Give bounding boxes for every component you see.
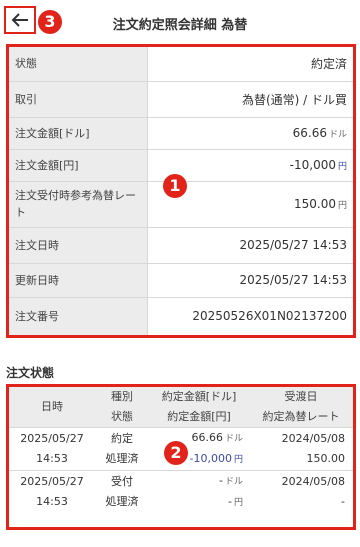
detail-label: 状態 [9, 47, 148, 82]
status-row: 2025/05/27 14:53 受付 処理済 - ドル -円 2024/05/0… [9, 471, 353, 514]
cell-type: 約定 [111, 432, 133, 445]
unit-label: ドル [224, 434, 243, 444]
detail-value: 2025/05/27 14:53 [147, 227, 353, 264]
cell-amount-jpy: -円 [149, 492, 243, 513]
cell-time: 14:53 [36, 495, 68, 508]
back-button[interactable] [4, 6, 36, 34]
cell-datetime: 2025/05/27 14:53 [9, 427, 95, 471]
section-title-order-status: 注文状態 [6, 366, 55, 380]
annotation-badge-1: 1 [163, 174, 187, 198]
detail-value: 約定済 [147, 47, 353, 82]
cell-status: 処理済 [105, 452, 139, 465]
detail-label: 取引 [9, 81, 148, 118]
col-header-amount-usd: 約定金額[ドル] [161, 390, 237, 403]
amount-usd-value: - [219, 474, 223, 487]
detail-label: 注文番号 [9, 297, 148, 335]
cell-type-status: 受付 処理済 [95, 471, 149, 514]
unit-label: ドル [328, 130, 347, 140]
detail-value: 20250526X01N02137200 [147, 297, 353, 335]
cell-delivery-date: 2024/05/08 [281, 475, 345, 488]
detail-row-order-date: 注文日時 2025/05/27 14:53 [9, 227, 353, 264]
col-header-amounts: 約定金額[ドル] 約定金額[円] [149, 387, 249, 428]
cell-amount-usd: - ドル [149, 471, 243, 492]
cell-delivery-rate: 2024/05/08 - [249, 471, 353, 514]
arrow-left-icon [11, 13, 28, 27]
amount-jpy-value: - [228, 495, 232, 508]
unit-label: 円 [233, 455, 243, 465]
cell-date: 2025/05/27 [20, 475, 84, 488]
detail-row-trade: 取引 為替(通常) / ドル買 [9, 81, 353, 118]
col-header-rate: 約定為替レート [262, 410, 340, 423]
detail-label: 注文日時 [9, 227, 148, 264]
amount-jpy-value: -10,000 [189, 452, 232, 465]
annotation-badge-2: 2 [164, 441, 188, 465]
detail-label: 注文金額[円] [9, 149, 148, 182]
rate-value: 150.00 [293, 197, 336, 211]
detail-value: 66.66 ドル [147, 117, 353, 150]
amount-usd-value: 66.66 [292, 126, 327, 140]
col-header-status: 状態 [111, 410, 133, 423]
amount-jpy-value: -10,000 [289, 158, 336, 172]
col-header-type-status: 種別 状態 [95, 387, 149, 428]
cell-type-status: 約定 処理済 [95, 427, 149, 471]
cell-amount-usd: 66.66 ドル [149, 428, 243, 449]
cell-delivery-rate: 2024/05/08 150.00 [249, 427, 353, 471]
cell-amounts: - ドル -円 [149, 471, 249, 514]
annotation-badge-3: 3 [38, 10, 62, 34]
cell-datetime: 2025/05/27 14:53 [9, 471, 95, 514]
status-header-row: 日時 種別 状態 約定金額[ドル] 約定金額[円] 受渡日 約定為替レート [9, 387, 353, 428]
unit-label: 円 [337, 162, 347, 172]
detail-value: 2025/05/27 14:53 [147, 263, 353, 298]
detail-row-order-number: 注文番号 20250526X01N02137200 [9, 297, 353, 335]
col-header-delivery-date: 受渡日 [284, 390, 318, 403]
cell-type: 受付 [111, 475, 133, 488]
unit-label: 円 [337, 201, 347, 211]
cell-date: 2025/05/27 [20, 432, 84, 445]
detail-label: 注文受付時参考為替レート [9, 181, 148, 228]
cell-status: 処理済 [105, 495, 139, 508]
detail-row-amount-usd: 注文金額[ドル] 66.66 ドル [9, 117, 353, 150]
cell-rate: 150.00 [306, 452, 346, 465]
detail-label: 注文金額[ドル] [9, 117, 148, 150]
amount-usd-value: 66.66 [191, 431, 223, 444]
detail-value: 為替(通常) / ドル買 [147, 81, 353, 118]
detail-label: 更新日時 [9, 263, 148, 298]
col-header-datetime: 日時 [9, 387, 95, 428]
col-header-delivery-rate: 受渡日 約定為替レート [249, 387, 353, 428]
col-header-type: 種別 [111, 390, 133, 403]
unit-label: ドル [224, 477, 243, 487]
unit-label: 円 [233, 498, 243, 508]
cell-rate: - [341, 495, 345, 508]
cell-delivery-date: 2024/05/08 [281, 432, 345, 445]
detail-row-update-date: 更新日時 2025/05/27 14:53 [9, 263, 353, 298]
col-header-amount-jpy: 約定金額[円] [167, 410, 231, 423]
detail-row-status: 状態 約定済 [9, 47, 353, 82]
cell-time: 14:53 [36, 452, 68, 465]
